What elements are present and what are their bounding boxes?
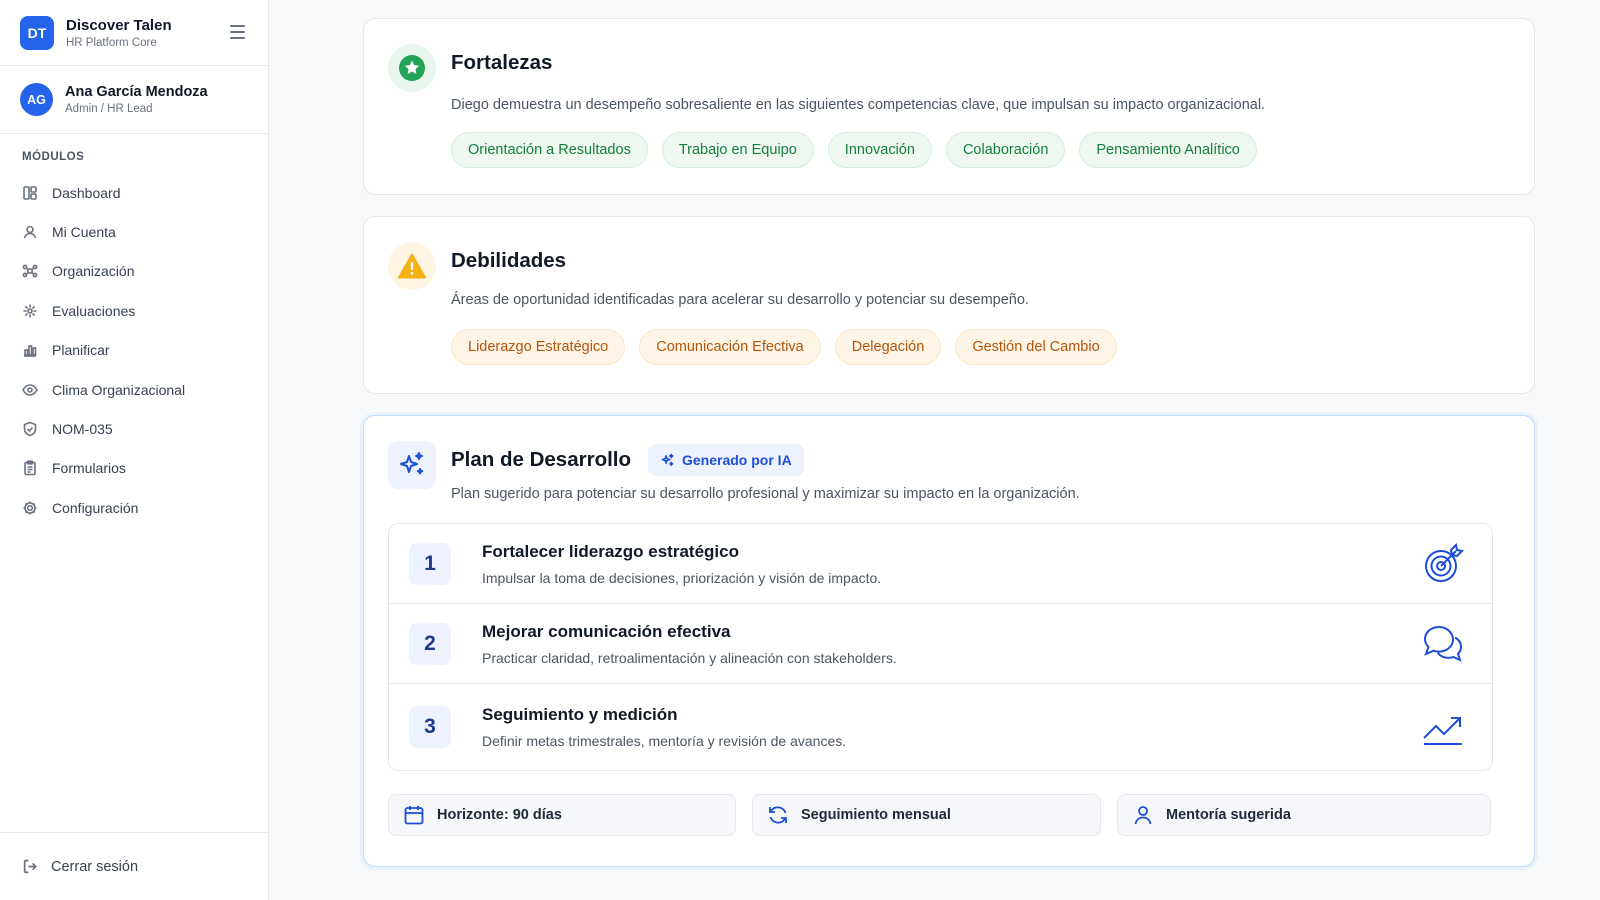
horizon-pill: Horizonte: 90 días <box>388 794 736 836</box>
plan-step: 2 Mejorar comunicación efectiva Practica… <box>389 604 1492 684</box>
organization-icon <box>22 263 38 279</box>
step-number: 3 <box>409 706 451 748</box>
strength-chip: Innovación <box>827 132 932 168</box>
user-icon <box>22 224 38 240</box>
user-icon <box>1134 806 1152 825</box>
sidebar-item-label: NOM-035 <box>52 421 113 438</box>
strength-chip: Colaboración <box>945 132 1066 168</box>
weaknesses-description: Áreas de oportunidad identificadas para … <box>451 292 1029 308</box>
logout-button[interactable]: Cerrar sesión <box>22 858 138 875</box>
sidebar-item-label: Planificar <box>52 342 110 359</box>
follow-up-pill: Seguimiento mensual <box>752 794 1101 836</box>
step-title: Mejorar comunicación efectiva <box>482 621 731 641</box>
sidebar-item-configuracion[interactable]: Configuración <box>0 488 268 527</box>
shield-icon <box>22 421 38 437</box>
plan-summary-pills: Horizonte: 90 días Seguimiento mensual M… <box>388 794 1491 836</box>
mentoring-pill: Mentoría sugerida <box>1117 794 1491 836</box>
sidebar-item-label: Dashboard <box>52 184 121 201</box>
step-subtitle: Impulsar la toma de decisiones, prioriza… <box>482 569 882 586</box>
horizon-label: Horizonte: 90 días <box>437 807 562 823</box>
user-role: Admin / HR Lead <box>65 103 153 115</box>
logout-label: Cerrar sesión <box>51 858 139 875</box>
sidebar: DT Discover Talen HR Platform Core AG An… <box>0 0 269 900</box>
sparkles-icon <box>661 453 674 466</box>
clipboard-icon <box>22 460 38 476</box>
target-icon <box>1420 541 1466 587</box>
sidebar-item-label: Organización <box>52 263 135 280</box>
eye-icon <box>22 382 38 398</box>
sidebar-item-nom-035[interactable]: NOM-035 <box>0 409 268 448</box>
nav-section-label: MÓDULOS <box>22 151 85 163</box>
sidebar-item-label: Formularios <box>52 460 126 477</box>
step-number: 2 <box>409 622 451 665</box>
sidebar-item-planificar[interactable]: Planificar <box>0 331 268 370</box>
gear-icon <box>22 500 38 516</box>
avatar: AG <box>20 83 53 116</box>
hamburger-menu-icon[interactable] <box>228 22 248 42</box>
trending-up-icon <box>1420 704 1466 750</box>
step-title: Seguimiento y medición <box>482 705 678 724</box>
plan-steps-list: 1 Fortalecer liderazgo estratégico Impul… <box>388 523 1493 771</box>
brand-header: DT Discover Talen HR Platform Core <box>0 0 268 66</box>
sidebar-item-dashboard[interactable]: Dashboard <box>0 173 268 212</box>
weakness-chip: Liderazgo Estratégico <box>451 329 626 365</box>
logout-icon <box>23 859 38 874</box>
weakness-chip: Comunicación Efectiva <box>639 329 821 365</box>
sidebar-item-label: Configuración <box>52 499 139 516</box>
sidebar-item-label: Mi Cuenta <box>52 224 116 241</box>
brand-subtitle: HR Platform Core <box>66 36 157 49</box>
sidebar-footer: Cerrar sesión <box>0 832 268 900</box>
plan-step: 3 Seguimiento y medición Definir metas t… <box>389 684 1492 770</box>
chart-icon <box>22 342 38 358</box>
sidebar-item-evaluaciones[interactable]: Evaluaciones <box>0 291 268 330</box>
sidebar-item-organizacion[interactable]: Organización <box>0 252 268 291</box>
weaknesses-title: Debilidades <box>451 249 567 272</box>
strength-chip: Orientación a Resultados <box>451 132 648 168</box>
brand-logo: DT <box>20 15 54 50</box>
sidebar-item-label: Clima Organizacional <box>52 381 186 398</box>
strength-chip: Pensamiento Analítico <box>1079 132 1257 168</box>
user-name: Ana García Mendoza <box>65 84 208 100</box>
sidebar-item-formularios[interactable]: Formularios <box>0 449 268 488</box>
sidebar-item-mi-cuenta[interactable]: Mi Cuenta <box>0 212 268 251</box>
development-plan-card: Plan de Desarrollo Generado por IA Plan … <box>363 415 1535 867</box>
sidebar-item-label: Evaluaciones <box>52 302 136 319</box>
strengths-title: Fortalezas <box>451 51 553 74</box>
weakness-chip: Delegación <box>834 329 942 365</box>
follow-up-label: Seguimiento mensual <box>801 807 951 823</box>
user-profile[interactable]: AG Ana García Mendoza Admin / HR Lead <box>0 66 268 134</box>
ai-generated-badge: Generado por IA <box>648 444 804 476</box>
sidebar-item-clima-organizacional[interactable]: Clima Organizacional <box>0 370 268 409</box>
weakness-chip: Gestión del Cambio <box>955 329 1117 365</box>
star-badge-icon <box>388 44 436 92</box>
step-subtitle: Practicar claridad, retroalimentación y … <box>482 649 897 666</box>
strengths-description: Diego demuestra un desempeño sobresalien… <box>451 97 1266 113</box>
refresh-icon <box>769 806 787 824</box>
brand-name: Discover Talen <box>66 16 172 34</box>
mentoring-label: Mentoría sugerida <box>1166 807 1291 823</box>
strength-chip: Trabajo en Equipo <box>661 132 814 168</box>
step-subtitle: Definir metas trimestrales, mentoría y r… <box>482 733 847 749</box>
strengths-card: Fortalezas Diego demuestra un desempeño … <box>363 18 1535 195</box>
evaluations-icon <box>22 303 38 319</box>
chat-bubbles-icon <box>1420 621 1466 667</box>
weaknesses-card: Debilidades Áreas de oportunidad identif… <box>363 216 1535 394</box>
strengths-chips: Orientación a Resultados Trabajo en Equi… <box>451 132 1257 168</box>
weaknesses-chips: Liderazgo Estratégico Comunicación Efect… <box>451 329 1117 365</box>
ai-badge-label: Generado por IA <box>682 452 792 468</box>
calendar-icon <box>404 806 424 825</box>
dashboard-icon <box>22 185 38 201</box>
plan-description: Plan sugerido para potenciar su desarrol… <box>451 486 1080 502</box>
step-number: 1 <box>409 542 451 585</box>
step-title: Fortalecer liderazgo estratégico <box>482 541 739 561</box>
warning-icon <box>388 242 436 290</box>
plan-step: 1 Fortalecer liderazgo estratégico Impul… <box>389 524 1492 604</box>
plan-title: Plan de Desarrollo <box>451 448 632 471</box>
sparkles-icon <box>388 441 436 489</box>
